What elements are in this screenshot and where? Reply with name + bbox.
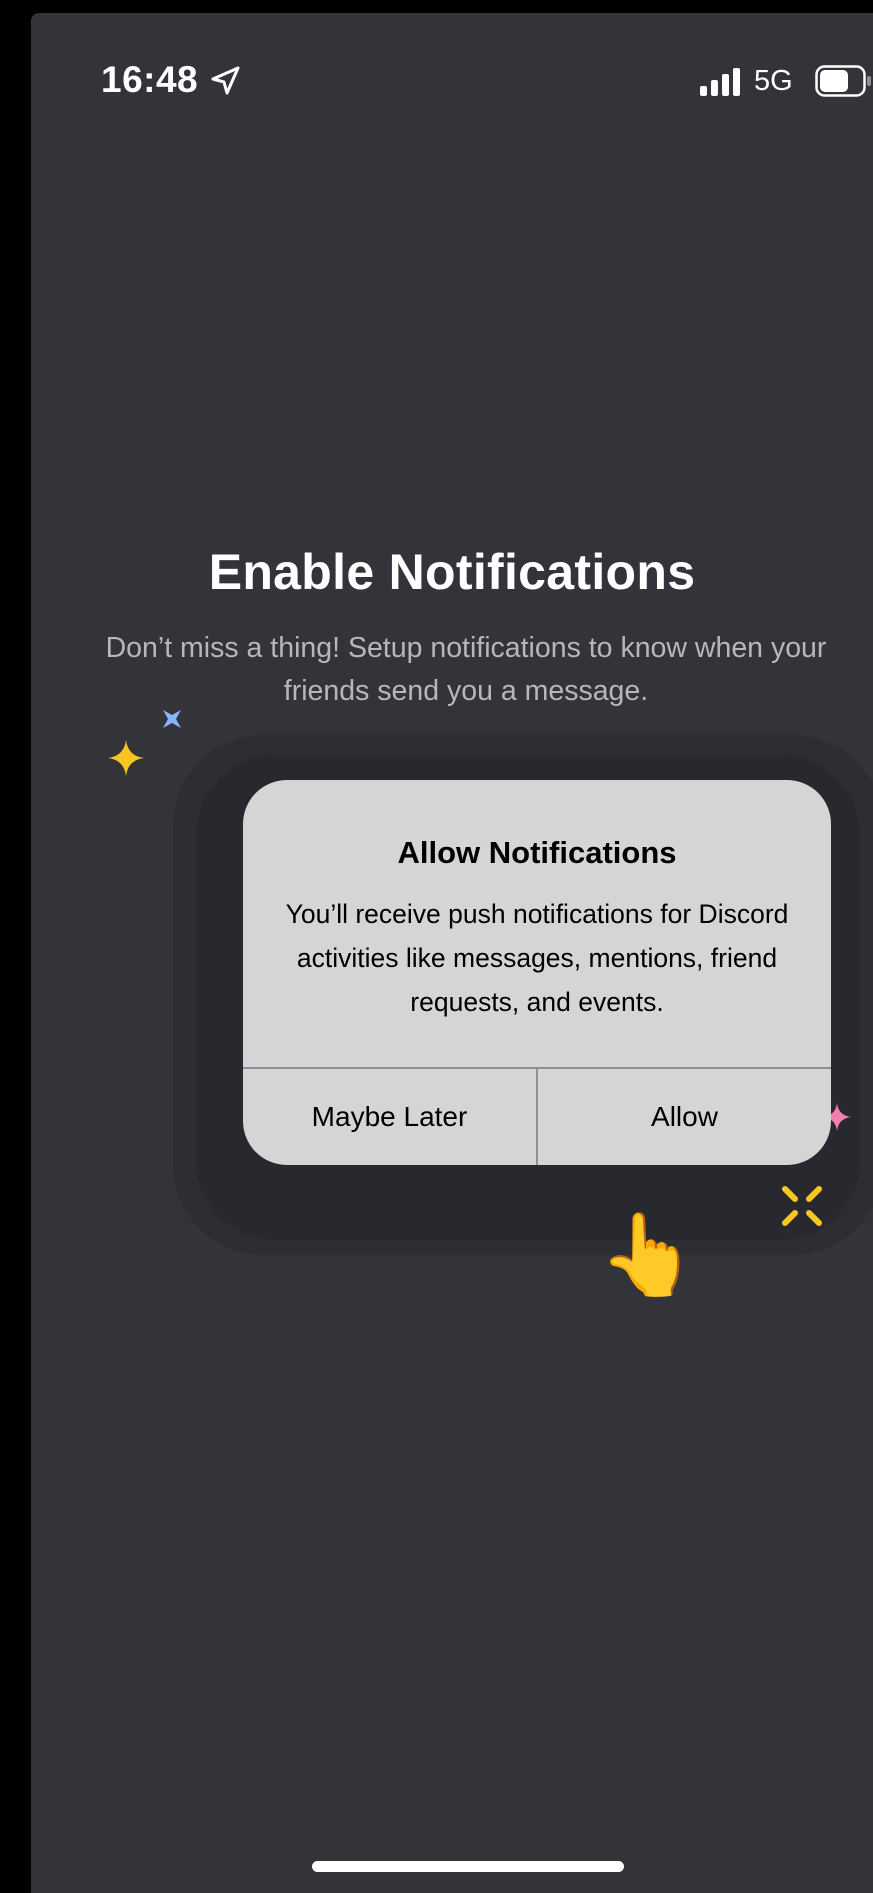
blue-sparkle-icon <box>163 710 181 728</box>
alert-title: Allow Notifications <box>397 835 677 870</box>
signal-bars-icon <box>700 68 740 96</box>
location-arrow-icon <box>211 66 240 95</box>
network-type-label: 5G <box>754 65 793 97</box>
battery-icon <box>815 65 871 97</box>
alert-message: You’ll receive push notifications for Di… <box>285 899 789 1017</box>
yellow-sparkle-icon <box>108 740 144 776</box>
page-title: Enable Notifications <box>208 544 696 600</box>
status-time: 16:48 <box>101 59 199 100</box>
home-indicator[interactable] <box>312 1861 624 1872</box>
allow-button[interactable]: Allow <box>538 1069 831 1165</box>
notification-illustration: Allow Notifications You’ll receive push … <box>101 703 873 1363</box>
pointing-hand-icon: 👆 <box>598 1208 698 1301</box>
app-screen: 16:48 5G Enable Notifications Don’t miss… <box>31 13 873 1893</box>
allow-notifications-dialog: Allow Notifications You’ll receive push … <box>243 780 831 1165</box>
page-subtitle: Don’t miss a thing! Setup notifications … <box>105 632 827 707</box>
maybe-later-button[interactable]: Maybe Later <box>243 1069 536 1165</box>
yellow-burst-icon <box>782 1186 822 1226</box>
status-bar: 16:48 5G <box>31 13 873 133</box>
